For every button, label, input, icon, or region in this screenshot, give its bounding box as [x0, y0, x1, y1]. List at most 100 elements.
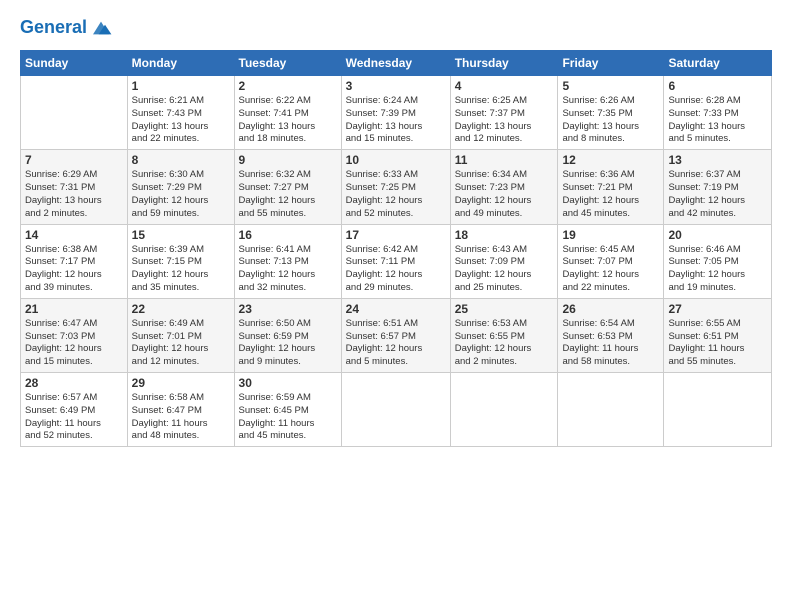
day-info: Sunrise: 6:59 AM Sunset: 6:45 PM Dayligh…	[239, 392, 337, 443]
calendar-table: SundayMondayTuesdayWednesdayThursdayFrid…	[20, 50, 772, 447]
calendar-cell: 14 Sunrise: 6:38 AM Sunset: 7:17 PM Dayli…	[21, 224, 128, 298]
page: General SundayMondayTuesdayWednesdayThur…	[0, 0, 792, 612]
day-info: Sunrise: 6:47 AM Sunset: 7:03 PM Dayligh…	[25, 318, 123, 369]
calendar-cell: 25Sunrise: 6:53 AM Sunset: 6:55 PM Dayli…	[450, 298, 558, 372]
day-number: 24	[346, 302, 446, 316]
calendar-cell: 27Sunrise: 6:55 AM Sunset: 6:51 PM Dayli…	[664, 298, 772, 372]
calendar-cell: 28Sunrise: 6:57 AM Sunset: 6:49 PM Dayli…	[21, 373, 128, 447]
day-number: 12	[562, 153, 659, 167]
day-info: Sunrise: 6:42 AM Sunset: 7:11 PM Dayligh…	[346, 244, 446, 295]
calendar-header-row: SundayMondayTuesdayWednesdayThursdayFrid…	[21, 51, 772, 76]
day-number: 23	[239, 302, 337, 316]
day-info: Sunrise: 6:22 AM Sunset: 7:41 PM Dayligh…	[239, 95, 337, 146]
day-number: 6	[668, 79, 767, 93]
day-info: Sunrise: 6:51 AM Sunset: 6:57 PM Dayligh…	[346, 318, 446, 369]
day-number: 13	[668, 153, 767, 167]
calendar-week-4: 21 Sunrise: 6:47 AM Sunset: 7:03 PM Dayli…	[21, 298, 772, 372]
day-info: Sunrise: 6:39 AM Sunset: 7:15 PM Dayligh…	[132, 244, 230, 295]
day-number: 1	[132, 79, 230, 93]
calendar-cell: 13Sunrise: 6:37 AM Sunset: 7:19 PM Dayli…	[664, 150, 772, 224]
day-info: Sunrise: 6:43 AM Sunset: 7:09 PM Dayligh…	[455, 244, 554, 295]
day-info: Sunrise: 6:25 AM Sunset: 7:37 PM Dayligh…	[455, 95, 554, 146]
day-number: 21	[25, 302, 123, 316]
calendar-cell	[450, 373, 558, 447]
calendar-week-1: 1 Sunrise: 6:21 AM Sunset: 7:43 PM Daylig…	[21, 76, 772, 150]
calendar-cell	[558, 373, 664, 447]
calendar-cell: 7 Sunrise: 6:29 AM Sunset: 7:31 PM Daylig…	[21, 150, 128, 224]
calendar-cell: 2 Sunrise: 6:22 AM Sunset: 7:41 PM Daylig…	[234, 76, 341, 150]
day-number: 5	[562, 79, 659, 93]
calendar-cell: 3 Sunrise: 6:24 AM Sunset: 7:39 PM Daylig…	[341, 76, 450, 150]
day-number: 22	[132, 302, 230, 316]
day-number: 16	[239, 228, 337, 242]
calendar-cell: 5 Sunrise: 6:26 AM Sunset: 7:35 PM Daylig…	[558, 76, 664, 150]
day-info: Sunrise: 6:30 AM Sunset: 7:29 PM Dayligh…	[132, 169, 230, 220]
day-info: Sunrise: 6:54 AM Sunset: 6:53 PM Dayligh…	[562, 318, 659, 369]
calendar-cell: 9 Sunrise: 6:32 AM Sunset: 7:27 PM Daylig…	[234, 150, 341, 224]
calendar-cell: 10Sunrise: 6:33 AM Sunset: 7:25 PM Dayli…	[341, 150, 450, 224]
calendar-cell	[341, 373, 450, 447]
day-info: Sunrise: 6:32 AM Sunset: 7:27 PM Dayligh…	[239, 169, 337, 220]
day-number: 27	[668, 302, 767, 316]
day-header-thursday: Thursday	[450, 51, 558, 76]
day-info: Sunrise: 6:34 AM Sunset: 7:23 PM Dayligh…	[455, 169, 554, 220]
calendar-cell: 20 Sunrise: 6:46 AM Sunset: 7:05 PM Dayli…	[664, 224, 772, 298]
day-info: Sunrise: 6:50 AM Sunset: 6:59 PM Dayligh…	[239, 318, 337, 369]
calendar-cell: 29 Sunrise: 6:58 AM Sunset: 6:47 PM Dayli…	[127, 373, 234, 447]
day-number: 9	[239, 153, 337, 167]
day-info: Sunrise: 6:26 AM Sunset: 7:35 PM Dayligh…	[562, 95, 659, 146]
day-number: 18	[455, 228, 554, 242]
calendar-week-2: 7 Sunrise: 6:29 AM Sunset: 7:31 PM Daylig…	[21, 150, 772, 224]
calendar-cell: 1 Sunrise: 6:21 AM Sunset: 7:43 PM Daylig…	[127, 76, 234, 150]
day-number: 20	[668, 228, 767, 242]
day-info: Sunrise: 6:38 AM Sunset: 7:17 PM Dayligh…	[25, 244, 123, 295]
day-info: Sunrise: 6:45 AM Sunset: 7:07 PM Dayligh…	[562, 244, 659, 295]
day-info: Sunrise: 6:53 AM Sunset: 6:55 PM Dayligh…	[455, 318, 554, 369]
day-info: Sunrise: 6:46 AM Sunset: 7:05 PM Dayligh…	[668, 244, 767, 295]
logo-icon	[89, 16, 113, 40]
day-number: 28	[25, 376, 123, 390]
calendar-cell: 4 Sunrise: 6:25 AM Sunset: 7:37 PM Daylig…	[450, 76, 558, 150]
calendar-cell: 16Sunrise: 6:41 AM Sunset: 7:13 PM Dayli…	[234, 224, 341, 298]
day-number: 8	[132, 153, 230, 167]
day-header-sunday: Sunday	[21, 51, 128, 76]
day-info: Sunrise: 6:29 AM Sunset: 7:31 PM Dayligh…	[25, 169, 123, 220]
day-info: Sunrise: 6:28 AM Sunset: 7:33 PM Dayligh…	[668, 95, 767, 146]
day-info: Sunrise: 6:21 AM Sunset: 7:43 PM Dayligh…	[132, 95, 230, 146]
calendar-cell: 8 Sunrise: 6:30 AM Sunset: 7:29 PM Daylig…	[127, 150, 234, 224]
day-header-saturday: Saturday	[664, 51, 772, 76]
day-header-monday: Monday	[127, 51, 234, 76]
day-number: 11	[455, 153, 554, 167]
calendar-cell: 30 Sunrise: 6:59 AM Sunset: 6:45 PM Dayli…	[234, 373, 341, 447]
calendar-cell: 24 Sunrise: 6:51 AM Sunset: 6:57 PM Dayli…	[341, 298, 450, 372]
logo: General	[20, 16, 113, 40]
day-number: 17	[346, 228, 446, 242]
calendar-week-5: 28Sunrise: 6:57 AM Sunset: 6:49 PM Dayli…	[21, 373, 772, 447]
calendar-cell	[21, 76, 128, 150]
calendar-cell: 22Sunrise: 6:49 AM Sunset: 7:01 PM Dayli…	[127, 298, 234, 372]
header: General	[20, 16, 772, 40]
day-number: 30	[239, 376, 337, 390]
day-info: Sunrise: 6:36 AM Sunset: 7:21 PM Dayligh…	[562, 169, 659, 220]
calendar-cell: 19Sunrise: 6:45 AM Sunset: 7:07 PM Dayli…	[558, 224, 664, 298]
calendar-cell: 23 Sunrise: 6:50 AM Sunset: 6:59 PM Dayli…	[234, 298, 341, 372]
day-number: 29	[132, 376, 230, 390]
day-number: 7	[25, 153, 123, 167]
day-number: 15	[132, 228, 230, 242]
day-info: Sunrise: 6:58 AM Sunset: 6:47 PM Dayligh…	[132, 392, 230, 443]
calendar-cell: 12 Sunrise: 6:36 AM Sunset: 7:21 PM Dayli…	[558, 150, 664, 224]
calendar-cell: 26 Sunrise: 6:54 AM Sunset: 6:53 PM Dayli…	[558, 298, 664, 372]
day-number: 2	[239, 79, 337, 93]
day-info: Sunrise: 6:24 AM Sunset: 7:39 PM Dayligh…	[346, 95, 446, 146]
calendar-cell: 18 Sunrise: 6:43 AM Sunset: 7:09 PM Dayli…	[450, 224, 558, 298]
calendar-cell	[664, 373, 772, 447]
logo-text: General	[20, 18, 87, 38]
calendar-cell: 11 Sunrise: 6:34 AM Sunset: 7:23 PM Dayli…	[450, 150, 558, 224]
day-header-wednesday: Wednesday	[341, 51, 450, 76]
calendar-week-3: 14 Sunrise: 6:38 AM Sunset: 7:17 PM Dayli…	[21, 224, 772, 298]
calendar-cell: 6 Sunrise: 6:28 AM Sunset: 7:33 PM Daylig…	[664, 76, 772, 150]
day-number: 26	[562, 302, 659, 316]
day-number: 14	[25, 228, 123, 242]
day-number: 3	[346, 79, 446, 93]
day-number: 4	[455, 79, 554, 93]
